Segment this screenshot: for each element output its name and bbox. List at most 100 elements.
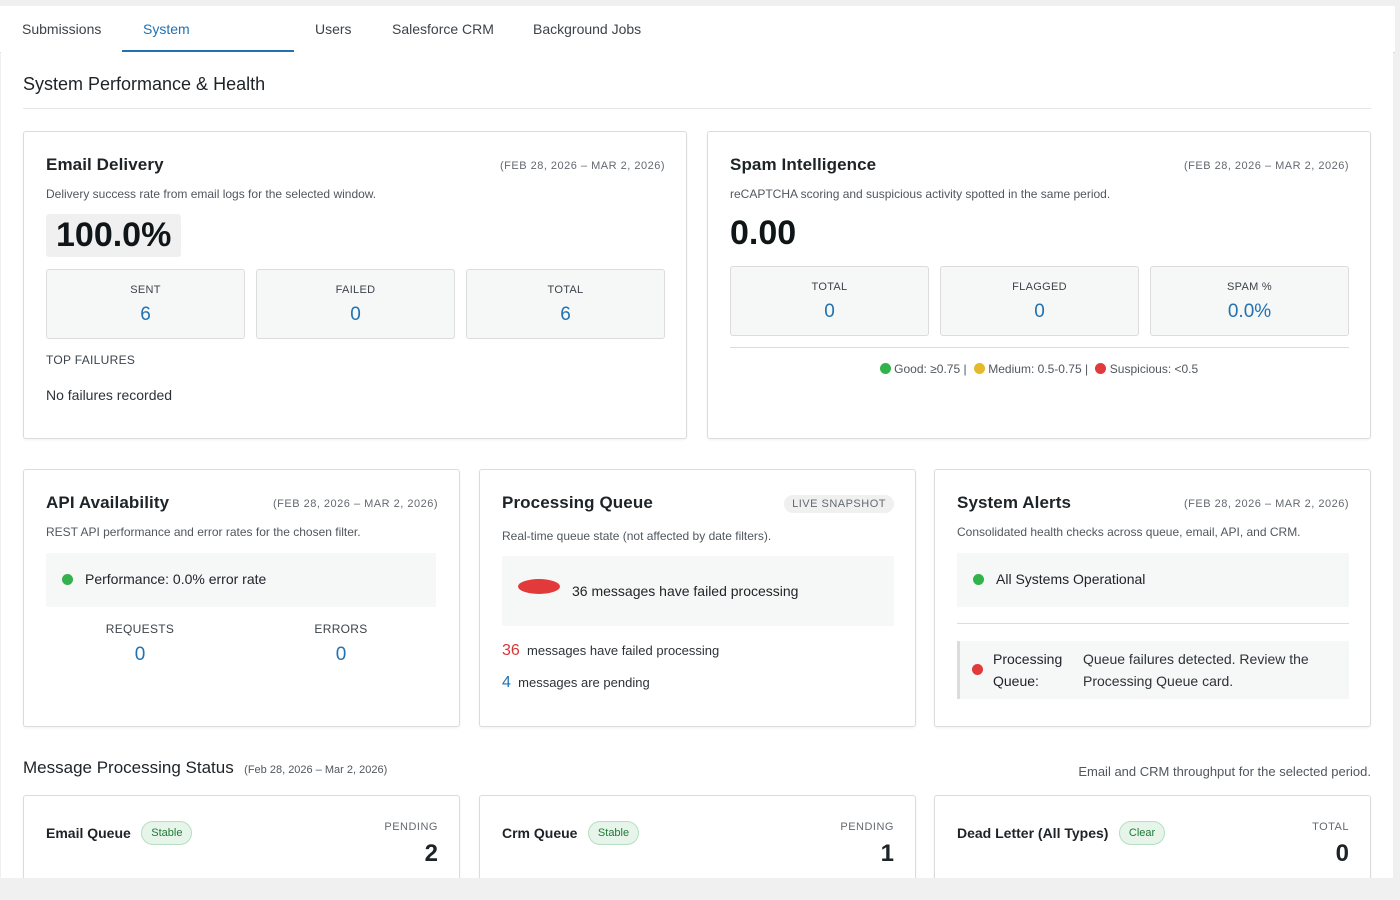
top-failures-label: TOP FAILURES [46,353,136,367]
dead-letter-badge: Clear [1118,821,1166,845]
email-queue-pending-label: PENDING [384,821,438,833]
title-divider [23,108,1371,109]
tab-system-performance[interactable]: System Performance [122,6,294,83]
medium-dot-icon [973,363,985,375]
stat-sent-value: 6 [140,304,151,325]
spam-intelligence-card: Spam Intelligence (FEB 28, 2026 – MAR 2,… [707,131,1371,439]
queue-status-row: 36 messages have failed processing [502,556,894,626]
api-availability-card: API Availability (FEB 28, 2026 – MAR 2, … [23,469,460,727]
legend-good: Good: ≥0.75 | [894,361,967,376]
spam-stat-total-label: TOTAL [811,281,848,293]
main-panel: System Performance & Health Email Delive… [1,52,1393,878]
spam-stat-percent-label: SPAM % [1227,281,1272,293]
alerts-date-range: (FEB 28, 2026 – MAR 2, 2026) [1183,498,1349,510]
stat-total-label: TOTAL [547,284,584,296]
email-delivery-rate: 100.0% [46,214,182,257]
alert-label-line-2: Queue: [993,673,1039,689]
dead-letter-total-label: TOTAL [1312,821,1349,833]
api-status-row: Performance: 0.0% error rate [46,553,436,607]
alert-label-line-1: Processing [993,651,1063,667]
email-delivery-card: Email Delivery (FEB 28, 2026 – MAR 2, 20… [23,131,687,439]
top-failures-text: No failures recorded [46,387,173,403]
spam-stat-percent-value: 0.0% [1227,301,1272,322]
alerts-title: System Alerts [957,493,1072,512]
email-queue-name: Email Queue [46,825,131,841]
alert-message-line-2: Processing Queue card. [1083,673,1234,689]
alert-message: Queue failures detected. Review the Proc… [1083,648,1309,692]
crm-queue-badge: Stable [587,821,640,845]
failed-count: 36 [502,642,520,659]
dead-letter-header: Dead Letter (All Types) Clear [957,821,1166,845]
failed-messages-line: 36 messages have failed processing [502,642,719,660]
api-status-text: Performance: 0.0% error rate [85,571,267,587]
errors-label: ERRORS [314,622,368,636]
email-queue-card: Email Queue Stable PENDING 2 [23,795,460,878]
dead-letter-card: Dead Letter (All Types) Clear TOTAL 0 [934,795,1371,878]
alerts-divider [957,623,1349,624]
alerts-status-text: All Systems Operational [996,571,1146,587]
spam-stat-percent: SPAM % 0.0% [1150,266,1349,336]
alerts-description: Consolidated health checks across queue,… [957,525,1301,539]
email-delivery-description: Delivery success rate from email logs fo… [46,187,377,201]
alert-label: Processing Queue: [993,648,1062,692]
spam-stat-flagged-label: FLAGGED [1012,281,1067,293]
error-indicator-icon [518,579,560,594]
tab-users[interactable]: Users [294,6,373,52]
spam-score: 0.00 [730,214,797,252]
spam-date-range: (FEB 28, 2026 – MAR 2, 2026) [1183,160,1349,172]
stat-failed: FAILED 0 [256,269,455,339]
alert-error-dot-icon [972,664,983,675]
api-description: REST API performance and error rates for… [46,525,361,539]
api-status-dot-icon [62,574,73,585]
stat-failed-label: FAILED [335,284,376,296]
spam-stat-total: TOTAL 0 [730,266,929,336]
requests-value: 0 [134,644,146,665]
stat-sent-label: SENT [130,284,161,296]
live-snapshot-badge: LIVE SNAPSHOT [784,495,894,513]
requests-label: REQUESTS [105,622,175,636]
crm-queue-header: Crm Queue Stable [502,821,640,845]
tab-submissions[interactable]: Submissions [1,6,122,52]
email-queue-badge: Stable [141,821,193,845]
tab-bar: Submissions System Performance Users Sal… [0,6,1395,83]
email-queue-pending-value: 2 [424,840,438,867]
stat-total-value: 6 [560,304,571,325]
legend-suspicious: Suspicious: <0.5 [1109,361,1199,376]
api-date-range: (FEB 28, 2026 – MAR 2, 2026) [272,498,438,510]
dead-letter-total-value: 0 [1335,840,1349,867]
system-alerts-card: System Alerts (FEB 28, 2026 – MAR 2, 202… [934,469,1371,727]
legend-medium: Medium: 0.5-0.75 | [988,361,1089,376]
errors-value: 0 [335,644,347,665]
tab-salesforce-crm[interactable]: Salesforce CRM [371,6,515,52]
failed-text: messages have failed processing [527,643,720,658]
spam-description: reCAPTCHA scoring and suspicious activit… [730,187,1111,201]
crm-queue-card: Crm Queue Stable PENDING 1 [479,795,916,878]
spam-title: Spam Intelligence [730,155,877,174]
pending-count: 4 [502,674,511,691]
score-legend: Good: ≥0.75 | Medium: 0.5-0.75 | Suspici… [708,361,1370,376]
alerts-status-row: All Systems Operational [957,553,1349,607]
alert-message-line-1: Queue failures detected. Review the [1083,651,1309,667]
message-status-header: Message Processing Status (Feb 28, 2026 … [23,758,387,778]
pending-text: messages are pending [518,675,650,690]
tab-background-jobs[interactable]: Background Jobs [512,6,662,52]
page-title: System Performance & Health [23,74,266,94]
stat-sent: SENT 6 [46,269,245,339]
spam-stat-total-value: 0 [824,301,835,322]
stat-failed-value: 0 [350,304,361,325]
alert-item-processing-queue: Processing Queue: Queue failures detecte… [957,641,1349,699]
crm-queue-name: Crm Queue [502,825,578,841]
crm-queue-pending-label: PENDING [840,821,894,833]
message-status-title: Message Processing Status [23,758,234,777]
alerts-status-dot-icon [973,574,984,585]
stat-total: TOTAL 6 [466,269,665,339]
suspicious-dot-icon [1095,363,1107,375]
email-delivery-title: Email Delivery [46,155,164,174]
spam-stat-flagged-value: 0 [1034,301,1045,322]
good-dot-icon [879,363,891,375]
message-status-date-range: (Feb 28, 2026 – Mar 2, 2026) [244,764,388,776]
spam-divider [730,347,1349,348]
email-queue-header: Email Queue Stable [46,821,193,845]
api-title: API Availability [46,493,170,512]
email-delivery-date-range: (FEB 28, 2026 – MAR 2, 2026) [499,160,665,172]
